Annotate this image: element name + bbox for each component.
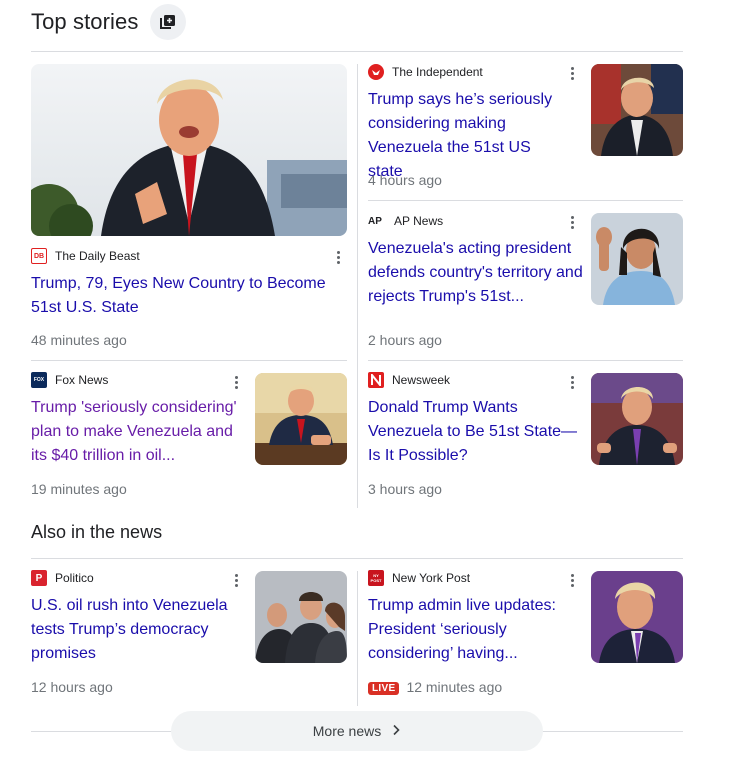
source-row: DB The Daily Beast bbox=[31, 247, 331, 265]
more-options-icon[interactable] bbox=[564, 373, 580, 391]
story-card[interactable]: AP AP News Venezuela's acting president … bbox=[368, 212, 583, 309]
story-title[interactable]: Trump 'seriously considering' plan to ma… bbox=[31, 396, 246, 468]
more-options-icon[interactable] bbox=[564, 64, 580, 82]
story-card[interactable]: FOX Fox News Trump 'seriously considerin… bbox=[31, 371, 246, 468]
also-in-the-news-title: Also in the news bbox=[31, 522, 163, 542]
story-time: 48 minutes ago bbox=[31, 332, 127, 348]
story-time: 12 minutes ago bbox=[406, 679, 503, 695]
politico-logo-icon: P bbox=[31, 570, 47, 586]
source-name: AP News bbox=[394, 214, 444, 228]
source-name: The Independent bbox=[392, 65, 483, 79]
story-image[interactable] bbox=[591, 64, 683, 156]
stack-icon[interactable] bbox=[150, 4, 187, 40]
story-image[interactable] bbox=[591, 571, 683, 663]
ap-logo-icon: AP bbox=[368, 213, 386, 229]
divider bbox=[368, 360, 683, 361]
story-title[interactable]: Trump admin live updates: President ‘ser… bbox=[368, 594, 583, 666]
story-image[interactable] bbox=[591, 213, 683, 305]
fox-news-logo-icon: FOX bbox=[31, 372, 47, 388]
source-row: AP AP News bbox=[368, 212, 583, 230]
story-time: 3 hours ago bbox=[368, 481, 442, 497]
section-title: Top stories bbox=[31, 9, 139, 34]
divider bbox=[31, 51, 683, 52]
story-title[interactable]: Donald Trump Wants Venezuela to Be 51st … bbox=[368, 396, 583, 468]
source-row: NY POST New York Post bbox=[368, 569, 583, 587]
story-title[interactable]: Trump, 79, Eyes New Country to Become 51… bbox=[31, 272, 331, 320]
source-name: The Daily Beast bbox=[55, 249, 140, 263]
story-title[interactable]: Trump says he’s seriously considering ma… bbox=[368, 88, 568, 184]
more-news-button[interactable]: More news bbox=[171, 711, 543, 751]
divider bbox=[368, 200, 683, 201]
source-row: Newsweek bbox=[368, 371, 583, 389]
more-options-icon[interactable] bbox=[564, 213, 580, 231]
more-options-icon[interactable] bbox=[564, 571, 580, 589]
story-title[interactable]: U.S. oil rush into Venezuela tests Trump… bbox=[31, 594, 246, 666]
column-divider bbox=[357, 64, 358, 508]
story-time: 2 hours ago bbox=[368, 332, 442, 348]
story-card[interactable]: NY POST New York Post Trump admin live u… bbox=[368, 569, 583, 666]
more-options-icon[interactable] bbox=[330, 248, 346, 266]
divider bbox=[31, 360, 347, 361]
story-image[interactable] bbox=[31, 64, 347, 236]
source-name: New York Post bbox=[392, 571, 471, 585]
story-time: 4 hours ago bbox=[368, 172, 442, 188]
top-stories-header: Top stories bbox=[31, 4, 187, 40]
story-card[interactable]: P Politico U.S. oil rush into Venezuela … bbox=[31, 569, 246, 666]
source-name: Fox News bbox=[55, 373, 109, 387]
daily-beast-logo-icon: DB bbox=[31, 248, 47, 264]
source-row: P Politico bbox=[31, 569, 246, 587]
story-card[interactable]: The Independent Trump says he’s seriousl… bbox=[368, 63, 568, 184]
story-card[interactable]: Newsweek Donald Trump Wants Venezuela to… bbox=[368, 371, 583, 468]
independent-eagle-icon bbox=[368, 64, 384, 80]
more-news-label: More news bbox=[312, 723, 382, 739]
more-options-icon[interactable] bbox=[228, 373, 244, 391]
divider bbox=[31, 558, 683, 559]
live-badge: LIVE bbox=[368, 682, 400, 695]
story-image[interactable] bbox=[255, 571, 347, 663]
source-name: Newsweek bbox=[392, 373, 451, 387]
chevron-right-icon bbox=[391, 723, 401, 739]
story-time: 19 minutes ago bbox=[31, 481, 127, 497]
column-divider bbox=[357, 571, 358, 706]
nypost-logo-icon: NY POST bbox=[368, 570, 384, 586]
story-image[interactable] bbox=[255, 373, 347, 465]
source-row: The Independent bbox=[368, 63, 568, 81]
story-time-row: LIVE 12 minutes ago bbox=[368, 679, 502, 695]
story-card[interactable]: DB The Daily Beast Trump, 79, Eyes New C… bbox=[31, 247, 331, 320]
source-row: FOX Fox News bbox=[31, 371, 246, 389]
story-time: 12 hours ago bbox=[31, 679, 113, 695]
more-options-icon[interactable] bbox=[228, 571, 244, 589]
source-name: Politico bbox=[55, 571, 94, 585]
story-title[interactable]: Venezuela's acting president defends cou… bbox=[368, 237, 583, 309]
newsweek-logo-icon bbox=[368, 372, 384, 388]
story-image[interactable] bbox=[591, 373, 683, 465]
